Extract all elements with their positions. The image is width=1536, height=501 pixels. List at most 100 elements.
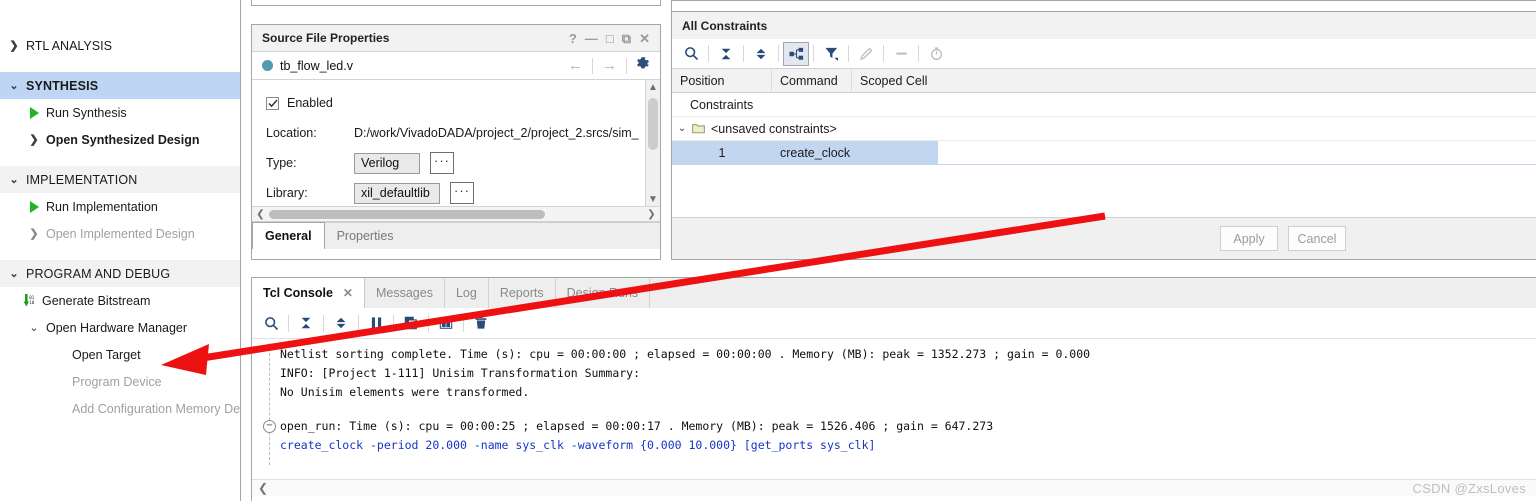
sidebar-item-open-hardware-manager[interactable]: ⌄ Open Hardware Manager [0, 314, 240, 341]
table-header-row: Position Command Scoped Cell [672, 68, 1536, 93]
float-icon[interactable]: ⧉ [618, 29, 635, 47]
tab-messages[interactable]: Messages [364, 278, 445, 308]
divider [708, 45, 709, 62]
help-icon[interactable]: ? [565, 29, 581, 47]
pause-icon[interactable] [363, 311, 389, 335]
type-input[interactable]: Verilog [354, 152, 420, 174]
sidebar-item-open-target[interactable]: Open Target [0, 341, 240, 368]
expand-all-icon[interactable] [328, 311, 354, 335]
tab-design-runs[interactable]: Design Runs [555, 278, 651, 308]
sidebar-item-run-synthesis[interactable]: Run Synthesis [0, 99, 240, 126]
minimize-icon[interactable]: — [581, 29, 602, 47]
divider [393, 314, 394, 332]
chevron-down-icon: ⌄ [9, 80, 19, 92]
maximize-icon[interactable]: □ [602, 29, 618, 47]
enabled-checkbox[interactable] [266, 96, 279, 110]
close-icon[interactable]: ✕ [343, 286, 353, 300]
panel-title-text: Source File Properties [262, 31, 390, 45]
table-row[interactable]: Constraints [672, 93, 1536, 117]
source-file-name: tb_flow_led.v [280, 58, 353, 73]
chevron-right-icon: ❯ [9, 40, 19, 52]
table-row[interactable]: ⌄ <unsaved constraints> [672, 117, 1536, 141]
console-horizontal-scrollbar[interactable]: ❮ [252, 479, 1536, 496]
sidebar-item-label: Open Implemented Design [46, 226, 195, 241]
close-icon[interactable]: ✕ [635, 29, 654, 47]
scroll-thumb[interactable] [269, 209, 545, 219]
console-line: INFO: [Project 1-111] Unisim Transformat… [280, 366, 641, 380]
save-log-icon[interactable] [433, 311, 459, 335]
copy-icon[interactable] [398, 311, 424, 335]
properties-vertical-scrollbar[interactable]: ▲ ▼ [645, 80, 660, 206]
gear-icon[interactable] [629, 56, 652, 75]
sidebar-item-run-implementation[interactable]: Run Implementation [0, 193, 240, 220]
tab-log[interactable]: Log [444, 278, 489, 308]
column-header-position[interactable]: Position [672, 68, 772, 93]
scroll-thumb[interactable] [647, 98, 658, 150]
chevron-left-icon[interactable]: ❮ [258, 481, 268, 495]
folder-icon [692, 123, 705, 134]
trash-icon[interactable] [468, 311, 494, 335]
collapse-all-icon[interactable] [713, 42, 739, 66]
sidebar-item-add-configuration-memory-device[interactable]: Add Configuration Memory Devi [0, 395, 240, 422]
arrow-right-icon[interactable]: → [595, 58, 624, 73]
cancel-button[interactable]: Cancel [1288, 226, 1346, 251]
collapse-all-icon[interactable] [293, 311, 319, 335]
console-line: No Unisim elements were transformed. [280, 385, 530, 399]
tab-reports[interactable]: Reports [488, 278, 556, 308]
console-toolbar [252, 308, 1536, 339]
enabled-row[interactable]: Enabled [266, 88, 660, 118]
chevron-right-icon[interactable]: ❯ [645, 209, 658, 220]
column-header-command[interactable]: Command [772, 68, 852, 93]
edit-icon [853, 42, 879, 66]
group-hierarchy-icon[interactable] [783, 41, 809, 66]
cell-command: create_clock [772, 140, 852, 165]
type-row: Type: Verilog ··· [266, 148, 660, 178]
library-input[interactable]: xil_defaultlib [354, 182, 440, 204]
chevron-down-icon[interactable]: ⌄ [672, 123, 692, 134]
type-browse-button[interactable]: ··· [430, 152, 454, 174]
file-status-dot-icon [262, 60, 273, 71]
expand-all-icon[interactable] [748, 42, 774, 66]
scroll-track[interactable] [267, 207, 645, 222]
chevron-left-icon[interactable]: ❮ [254, 209, 267, 220]
sidebar-section-implementation[interactable]: ⌄ IMPLEMENTATION [0, 166, 240, 193]
location-label: Location: [266, 126, 317, 140]
tcl-output[interactable]: Netlist sorting complete. Time (s): cpu … [252, 339, 1536, 479]
play-icon [26, 106, 42, 119]
chevron-up-icon[interactable]: ▲ [648, 80, 658, 94]
play-icon [26, 200, 42, 213]
sidebar-section-program-and-debug[interactable]: ⌄ PROGRAM AND DEBUG [0, 260, 240, 287]
tab-general[interactable]: General [252, 222, 325, 249]
sidebar-section-label: IMPLEMENTATION [26, 172, 138, 187]
panel-titlebar: Source File Properties ? — □ ⧉ ✕ [252, 25, 660, 52]
arrow-left-icon[interactable]: ← [561, 58, 590, 73]
chevron-right-icon: ❯ [29, 134, 39, 146]
library-browse-button[interactable]: ··· [450, 182, 474, 204]
sidebar-item-program-device[interactable]: Program Device [0, 368, 240, 395]
cell-scoped-cell [852, 93, 938, 117]
filter-icon[interactable] [818, 42, 844, 66]
table-row[interactable]: 1 create_clock [672, 140, 1536, 165]
tab-tcl-console[interactable]: Tcl Console ✕ [252, 278, 365, 308]
tab-properties[interactable]: Properties [324, 223, 406, 249]
column-header-scoped-cell[interactable]: Scoped Cell [852, 69, 938, 93]
sidebar-item-label: Add Configuration Memory Devi [72, 401, 241, 416]
sidebar-item-open-synthesized-design[interactable]: ❯ Open Synthesized Design [0, 126, 240, 153]
collapse-toggle-icon[interactable]: ─ [263, 420, 276, 433]
sidebar-section-label: PROGRAM AND DEBUG [26, 266, 171, 281]
properties-horizontal-scrollbar[interactable]: ❮ ❯ [252, 207, 660, 222]
sidebar-section-synthesis[interactable]: ⌄ SYNTHESIS [0, 72, 240, 99]
apply-button[interactable]: Apply [1220, 226, 1278, 251]
search-icon[interactable] [258, 311, 284, 335]
divider [813, 45, 814, 62]
sidebar-item-open-implemented-design[interactable]: ❯ Open Implemented Design [0, 220, 240, 247]
sidebar-section-rtl-analysis[interactable]: ❯ RTL ANALYSIS [0, 32, 240, 59]
chevron-down-icon[interactable]: ▼ [648, 192, 658, 206]
sidebar-item-generate-bitstream[interactable]: 01 10 Generate Bitstream [0, 287, 240, 314]
sidebar-item-label: Run Implementation [46, 199, 158, 214]
scroll-track[interactable] [646, 94, 661, 192]
sidebar-item-label: Open Hardware Manager [46, 320, 188, 335]
divider [358, 314, 359, 332]
location-value: D:/work/VivadoDADA/project_2/project_2.s… [354, 126, 639, 140]
search-icon[interactable] [678, 42, 704, 66]
